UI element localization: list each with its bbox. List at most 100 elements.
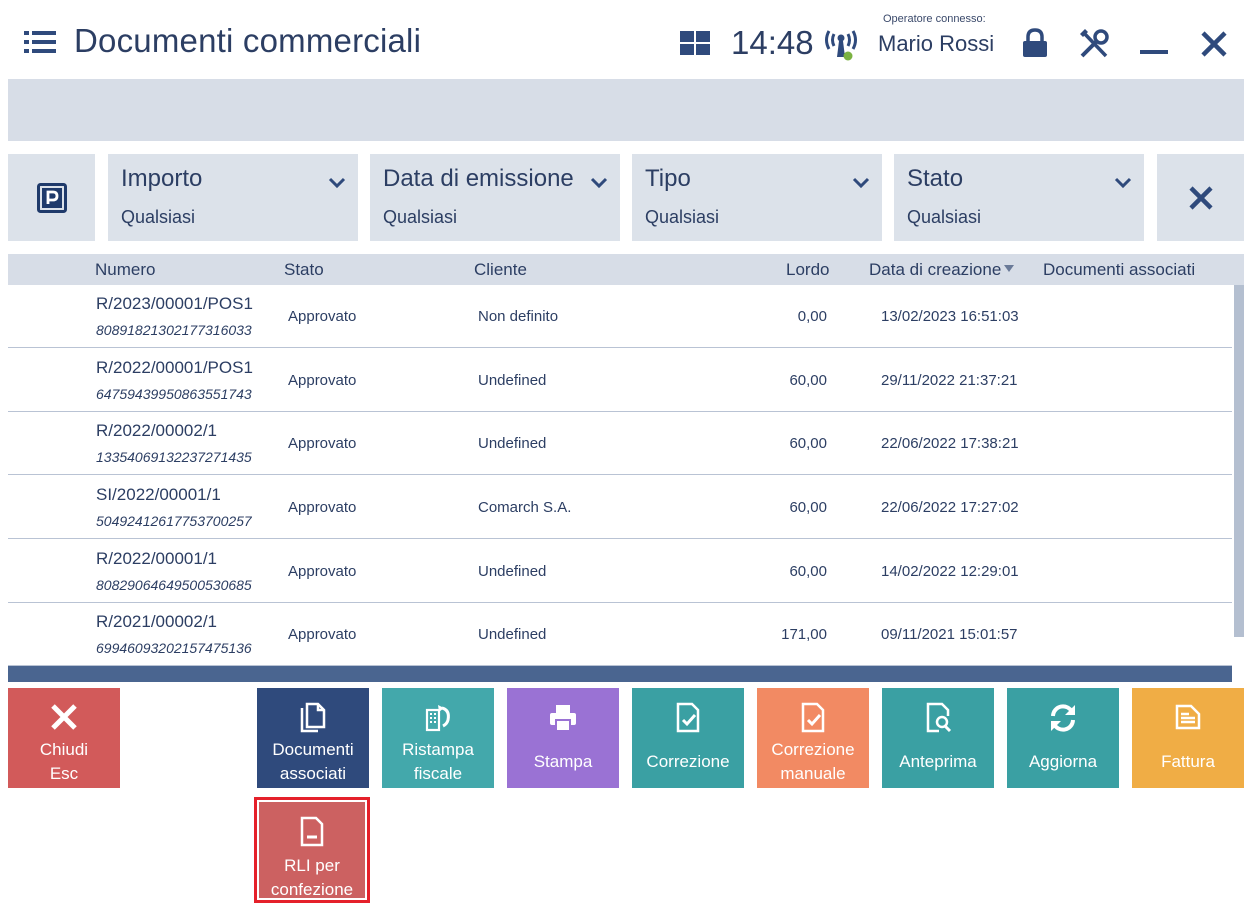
- button-label: Correzione: [646, 752, 730, 771]
- column-header-cliente[interactable]: Cliente: [474, 260, 527, 280]
- button-label: Correzione: [771, 740, 855, 759]
- filter-tipo[interactable]: Tipo Qualsiasi: [632, 154, 882, 241]
- button-label: Chiudi: [39, 740, 89, 759]
- fattura-button[interactable]: Fattura: [1132, 688, 1244, 788]
- cell-data: 13/02/2023 16:51:03: [881, 308, 1019, 325]
- cell-id: 80891821302177316033: [96, 322, 252, 338]
- parking-icon: [36, 182, 67, 213]
- button-label-line2: fiscale: [413, 764, 463, 783]
- selected-table-row[interactable]: [8, 666, 1232, 682]
- cell-id: 80829064649500530685: [96, 577, 252, 593]
- chiudi-button[interactable]: Chiudi Esc: [8, 688, 120, 788]
- table-row[interactable]: R/2021/00002/1 69946093202157475136 Appr…: [8, 603, 1232, 666]
- correzione-manuale-button[interactable]: Correzione manuale: [757, 688, 869, 788]
- menu-icon[interactable]: [24, 30, 56, 54]
- table-row[interactable]: R/2022/00001/POS1 64759439950863551743 A…: [8, 349, 1232, 412]
- cell-id: 64759439950863551743: [96, 386, 252, 402]
- filter-label: Importo: [121, 165, 203, 192]
- operator-name[interactable]: Mario Rossi: [878, 31, 994, 57]
- cell-numero: R/2021/00002/1: [96, 612, 217, 631]
- clock: 14:48: [731, 24, 814, 61]
- cell-lordo: 0,00: [797, 308, 827, 325]
- cell-lordo: 171,00: [781, 626, 827, 643]
- invoice-icon: [1175, 704, 1201, 730]
- stampa-button[interactable]: Stampa: [507, 688, 619, 788]
- button-label-line2: confezione: [270, 880, 354, 899]
- scrollbar-thumb[interactable]: [1234, 285, 1244, 637]
- chevron-down-icon: [590, 177, 608, 189]
- column-header-numero[interactable]: Numero: [95, 260, 155, 280]
- cell-numero: SI/2022/00001/1: [96, 485, 221, 504]
- column-header-stato[interactable]: Stato: [284, 260, 324, 280]
- minimize-icon[interactable]: [1140, 48, 1168, 56]
- cell-cliente: Non definito: [478, 308, 559, 325]
- cell-stato: Approvato: [288, 563, 357, 580]
- table-row[interactable]: R/2023/00001/POS1 80891821302177316033 A…: [8, 285, 1232, 348]
- sort-descending-icon: [1004, 265, 1015, 272]
- page-title: Documenti commerciali: [74, 22, 422, 59]
- highlight-frame: RLI per confezione: [254, 797, 370, 903]
- cell-cliente: Undefined: [478, 435, 547, 452]
- ristampa-fiscale-button[interactable]: Ristampa fiscale: [382, 688, 494, 788]
- cell-cliente: Undefined: [478, 372, 547, 389]
- cell-lordo: 60,00: [789, 435, 827, 452]
- parked-documents-button[interactable]: [8, 154, 95, 241]
- column-header-lordo[interactable]: Lordo: [786, 260, 829, 280]
- clear-filters-button[interactable]: [1157, 154, 1244, 241]
- cell-stato: Approvato: [288, 435, 357, 452]
- cell-cliente: Undefined: [478, 626, 547, 643]
- filter-data-emissione[interactable]: Data di emissione Qualsiasi: [370, 154, 620, 241]
- filter-importo[interactable]: Importo Qualsiasi: [108, 154, 358, 241]
- cell-numero: R/2022/00002/1: [96, 421, 217, 440]
- filter-label: Stato: [907, 165, 964, 192]
- correzione-button[interactable]: Correzione: [632, 688, 744, 788]
- table-row[interactable]: R/2022/00002/1 13354069132237271435 Appr…: [8, 412, 1232, 475]
- windows-icon[interactable]: [680, 31, 710, 55]
- cell-numero: R/2023/00001/POS1: [96, 294, 253, 313]
- column-label: Data di creazione: [869, 260, 1002, 279]
- anteprima-button[interactable]: Anteprima: [882, 688, 994, 788]
- column-header-data-creazione[interactable]: Data di creazione: [869, 260, 1015, 280]
- cell-data: 14/02/2022 12:29:01: [881, 563, 1019, 580]
- cell-data: 09/11/2021 15:01:57: [881, 626, 1018, 643]
- table-scrollbar[interactable]: [1232, 285, 1244, 668]
- button-label: RLI per: [284, 856, 340, 875]
- info-banner: [8, 79, 1244, 141]
- table-row[interactable]: R/2022/00001/1 80829064649500530685 Appr…: [8, 540, 1232, 603]
- filter-value: Qualsiasi: [383, 207, 458, 227]
- cell-id: 50492412617753700257: [96, 513, 252, 529]
- rli-per-confezione-button[interactable]: RLI per confezione: [259, 802, 365, 899]
- chevron-down-icon: [852, 177, 870, 189]
- settings-tools-icon[interactable]: [1078, 28, 1110, 60]
- close-icon: [1188, 185, 1213, 210]
- button-label: Ristampa: [402, 740, 474, 759]
- column-header-documenti-associati[interactable]: Documenti associati: [1043, 260, 1195, 280]
- cell-data: 29/11/2022 21:37:21: [881, 372, 1018, 389]
- filter-value: Qualsiasi: [121, 207, 196, 227]
- cell-id: 13354069132237271435: [96, 449, 252, 465]
- filter-value: Qualsiasi: [907, 207, 982, 227]
- cell-stato: Approvato: [288, 308, 357, 325]
- close-app-icon[interactable]: [1200, 30, 1228, 58]
- cell-cliente: Undefined: [478, 563, 547, 580]
- lock-icon[interactable]: [1021, 28, 1049, 58]
- documents-table: R/2023/00001/POS1 80891821302177316033 A…: [8, 285, 1232, 668]
- document-search-icon: [926, 702, 952, 733]
- documenti-associati-button[interactable]: Documenti associati: [257, 688, 369, 788]
- cell-numero: R/2022/00001/1: [96, 549, 217, 568]
- chevron-down-icon: [1114, 177, 1132, 189]
- cell-numero: R/2022/00001/POS1: [96, 358, 253, 377]
- aggiorna-button[interactable]: Aggiorna: [1007, 688, 1119, 788]
- button-label: Documenti: [272, 740, 354, 759]
- cell-stato: Approvato: [288, 499, 357, 516]
- refresh-icon: [1051, 704, 1075, 732]
- button-shortcut: Esc: [49, 764, 79, 783]
- filter-stato[interactable]: Stato Qualsiasi: [894, 154, 1144, 241]
- document-check-icon: [676, 702, 700, 733]
- button-label: Stampa: [533, 752, 593, 771]
- table-header: Numero Stato Cliente Lordo Data di creaz…: [8, 254, 1244, 285]
- table-row[interactable]: SI/2022/00001/1 50492412617753700257 App…: [8, 476, 1232, 539]
- filter-label: Tipo: [645, 165, 691, 192]
- cell-lordo: 60,00: [789, 563, 827, 580]
- copy-documents-icon: [300, 702, 326, 733]
